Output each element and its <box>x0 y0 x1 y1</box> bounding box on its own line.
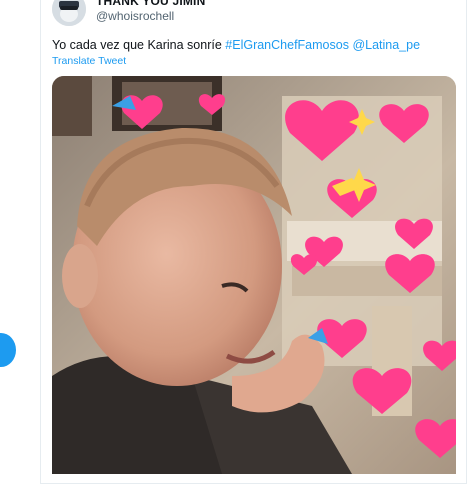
tweet-text-body: Yo cada vez que Karina sonríe <box>52 38 222 52</box>
translate-tweet-link[interactable]: Translate Tweet <box>52 55 126 67</box>
left-gutter <box>0 0 40 474</box>
tweet-media-photo[interactable] <box>52 76 456 474</box>
display-name[interactable]: THANK YOU JIMIN <box>96 0 205 8</box>
photo-icon <box>52 76 456 474</box>
mention-link[interactable]: @Latina_pe <box>352 38 420 52</box>
hashtag-link[interactable]: #ElGranChefFamosos <box>225 38 349 52</box>
tweet-text: Yo cada vez que Karina sonríe #ElGranChe… <box>52 38 420 52</box>
compose-fab-button[interactable] <box>0 333 16 367</box>
user-handle[interactable]: @whoisrochell <box>96 9 174 23</box>
